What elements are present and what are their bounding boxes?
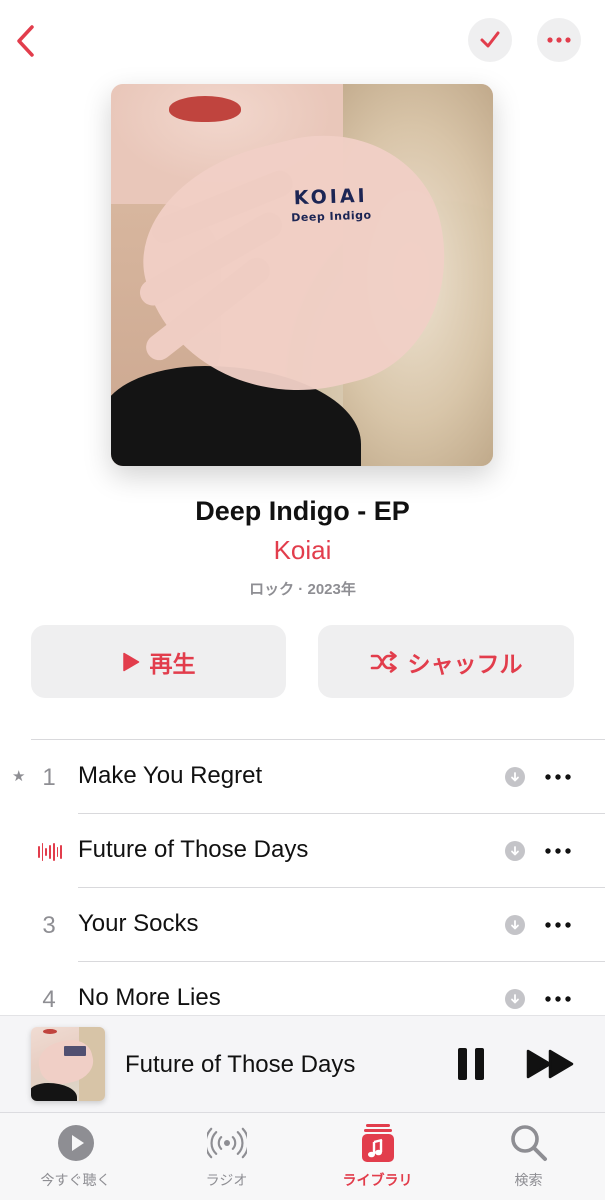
album-artwork: KOIAI Deep Indigo [111,84,493,466]
track-title: No More Lies [78,984,221,1011]
artwork-logo: KOIAI Deep Indigo [275,184,386,225]
track-number: 3 [42,912,56,939]
artwork-logo-name: KOIAI [293,184,369,210]
ellipsis-icon [545,774,571,780]
track-more-button[interactable] [542,840,574,862]
track-number: 1 [42,764,56,791]
download-icon[interactable] [505,915,525,935]
top-bar [0,0,605,84]
now-playing-equalizer-icon [38,842,63,862]
back-button[interactable] [8,22,42,60]
mini-player-artwork [31,1027,105,1101]
tab-search[interactable]: 検索 [453,1113,604,1200]
pause-icon-bar-right [475,1048,484,1080]
added-to-library-button[interactable] [468,18,512,62]
shuffle-icon [370,650,397,673]
track-title: Future of Those Days [78,836,309,863]
download-icon[interactable] [505,841,525,861]
track-more-button[interactable] [542,988,574,1010]
pause-button[interactable] [454,1046,488,1082]
ellipsis-icon [545,848,571,854]
tab-label: ラジオ [205,1172,248,1188]
mini-player-track-title: Future of Those Days [125,1051,356,1078]
shuffle-button-label: シャッフル [407,650,523,677]
ellipsis-icon [547,37,571,43]
tab-listen-now[interactable]: 今すぐ聴く [0,1113,151,1200]
radio-waves-icon [206,1123,247,1163]
track-more-button[interactable] [542,914,574,936]
download-icon[interactable] [505,989,525,1009]
play-icon [122,652,139,671]
chevron-left-icon [17,25,34,57]
fast-forward-icon [526,1049,574,1079]
ellipsis-icon [545,922,571,928]
track-more-button[interactable] [542,766,574,788]
mini-player[interactable]: Future of Those Days [0,1015,605,1113]
shuffle-button[interactable]: シャッフル [318,625,574,698]
magnifier-icon [509,1123,549,1163]
track-row[interactable]: 3 Your Socks [0,888,605,962]
artwork-lips [169,96,241,122]
track-title: Make You Regret [78,762,263,789]
album-title: Deep Indigo - EP [195,496,410,526]
play-button[interactable]: 再生 [31,625,286,698]
album-artist-link[interactable]: Koiai [0,535,605,566]
album-genre-year: ロック · 2023年 [249,581,356,598]
tab-label: ライブラリ [342,1172,413,1188]
tab-library[interactable]: ライブラリ [302,1113,453,1200]
tab-bar: 今すぐ聴く ラジオ ライブラリ 検索 [0,1113,605,1200]
checkmark-icon [480,31,500,48]
download-icon[interactable] [505,767,525,787]
play-button-label: 再生 [149,650,196,677]
music-library-icon [358,1123,398,1163]
track-row-now-playing[interactable]: Future of Those Days [0,814,605,888]
play-circle-icon [56,1123,96,1163]
tab-label: 今すぐ聴く [40,1172,111,1188]
tab-label: 検索 [514,1172,543,1188]
star-icon: ★ [12,768,26,785]
next-track-button[interactable] [524,1048,576,1080]
ellipsis-icon [545,996,571,1002]
pause-icon-bar-left [458,1048,467,1080]
track-number: 4 [42,986,56,1013]
track-title: Your Socks [78,910,199,937]
tab-radio[interactable]: ラジオ [151,1113,302,1200]
more-options-button[interactable] [537,18,581,62]
track-row[interactable]: ★ 1 Make You Regret [0,740,605,814]
